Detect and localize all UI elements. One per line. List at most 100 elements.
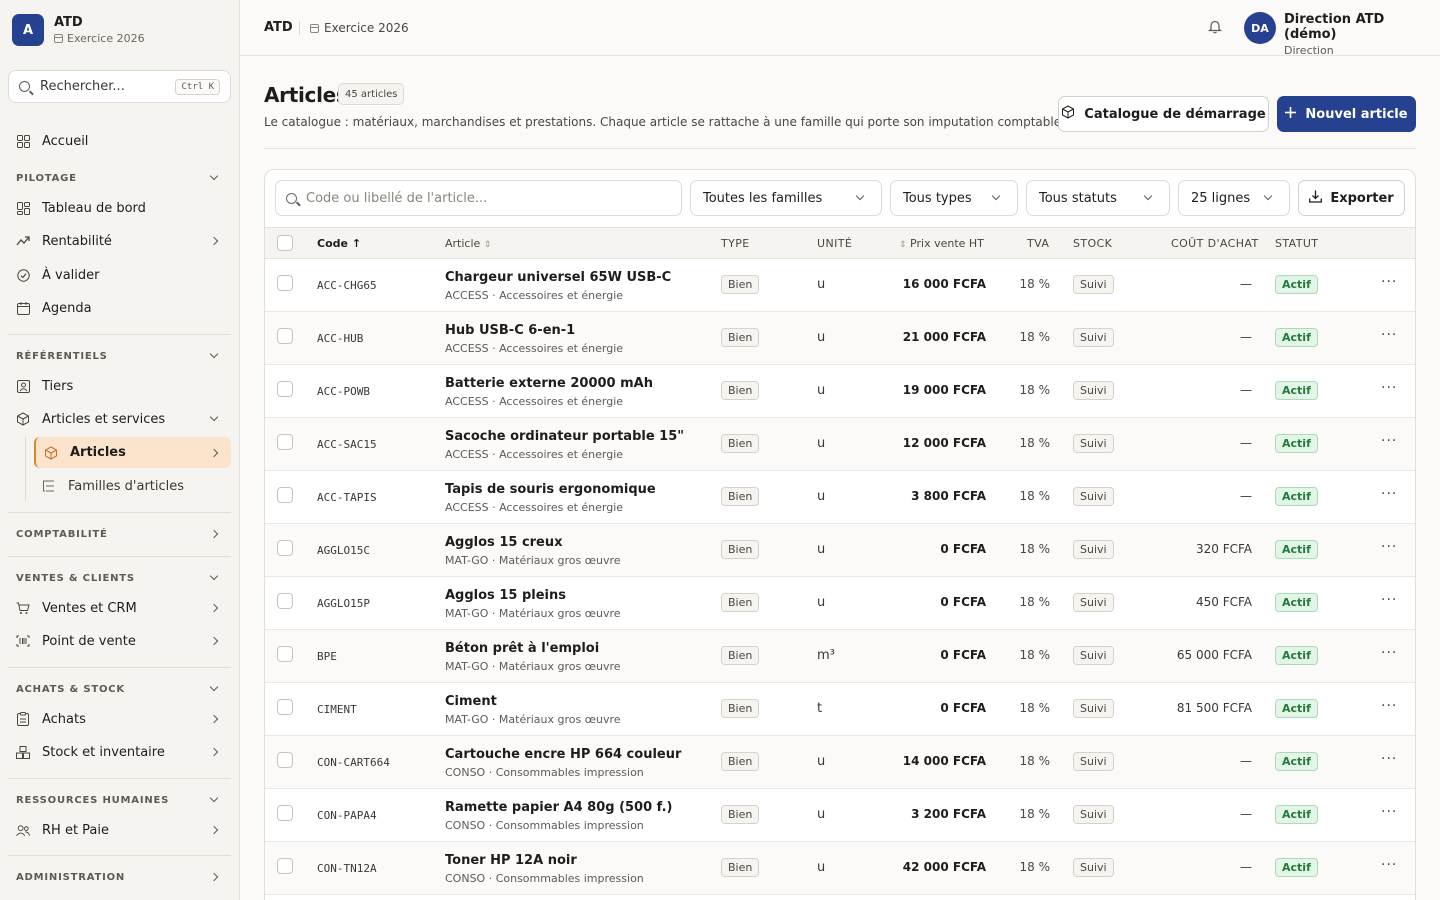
section-comptabilite[interactable]: COMPTABILITÉ	[8, 524, 231, 544]
table-row[interactable]: ACC-TAPIS Tapis de souris ergonomique ACCE…	[265, 471, 1415, 524]
sidebar-search[interactable]: Rechercher... Ctrl K	[8, 70, 231, 103]
brand[interactable]: A ATD Exercice 2026	[12, 14, 145, 46]
new-article-button[interactable]: Nouvel article	[1277, 96, 1416, 132]
sidebar-item-stock[interactable]: Stock et inventaire	[8, 737, 231, 767]
article-name[interactable]: Toner HP 12A noir	[445, 853, 577, 868]
col-price[interactable]: ⇕ Prix vente HT	[899, 237, 984, 250]
table-row[interactable]: BPE Béton prêt à l'emploi MAT-GO · Matéria…	[265, 630, 1415, 683]
more-actions-icon[interactable]: ···	[1381, 327, 1397, 343]
select-all-checkbox[interactable]	[277, 235, 293, 251]
row-checkbox[interactable]	[277, 805, 293, 821]
table-row[interactable]: CON-TN12A Toner HP 12A noir CONSO · Consom…	[265, 842, 1415, 895]
sidebar-item-rh-paie[interactable]: RH et Paie	[8, 815, 231, 845]
export-button[interactable]: Exporter	[1298, 180, 1405, 216]
section-achats[interactable]: ACHATS & STOCK	[8, 679, 231, 699]
article-name[interactable]: Ramette papier A4 80g (500 f.)	[445, 800, 673, 815]
table-row[interactable]: ACC-CHG65 Chargeur universel 65W USB-C ACC…	[265, 259, 1415, 312]
article-name[interactable]: Chargeur universel 65W USB-C	[445, 270, 671, 285]
section-ventes[interactable]: VENTES & CLIENTS	[8, 568, 231, 588]
table-row[interactable]: AGGLO15C Agglos 15 creux MAT-GO · Matériau…	[265, 524, 1415, 577]
table-row[interactable]: AGGLO15P Agglos 15 pleins MAT-GO · Matéria…	[265, 577, 1415, 630]
article-name[interactable]: Ciment	[445, 694, 497, 709]
sidebar-item-achats[interactable]: Achats	[8, 704, 231, 734]
article-code: AGGLO15P	[317, 597, 370, 610]
article-tva: 18 %	[1019, 489, 1051, 503]
article-search-input[interactable]: Code ou libellé de l'article...	[275, 180, 682, 216]
family-filter-select[interactable]: Toutes les familles	[690, 180, 882, 216]
row-checkbox[interactable]	[277, 752, 293, 768]
sidebar-item-a-valider[interactable]: À valider	[8, 260, 231, 290]
article-name[interactable]: Cartouche encre HP 664 couleur	[445, 747, 681, 762]
article-family: ACCESS · Accessoires et énergie	[445, 395, 624, 408]
bell-icon[interactable]	[1208, 19, 1222, 34]
article-name[interactable]: Batterie externe 20000 mAh	[445, 376, 653, 391]
section-pilotage[interactable]: PILOTAGE	[8, 168, 231, 188]
sidebar-item-articles[interactable]: Articles	[34, 437, 231, 468]
article-tva: 18 %	[1019, 648, 1051, 662]
table-row[interactable]: ACC-POWB Batterie externe 20000 mAh ACCESS…	[265, 365, 1415, 418]
row-checkbox[interactable]	[277, 646, 293, 662]
more-actions-icon[interactable]: ···	[1381, 380, 1397, 396]
article-unit: u	[817, 330, 826, 345]
user-menu[interactable]: Direction ATD (démo) Direction	[1284, 12, 1440, 57]
more-actions-icon[interactable]: ···	[1381, 857, 1397, 873]
sidebar-item-tiers[interactable]: Tiers	[8, 371, 231, 401]
row-checkbox[interactable]	[277, 540, 293, 556]
sidebar-divider	[8, 778, 231, 779]
table-row[interactable]: CON-PAPA4 Ramette papier A4 80g (500 f.) C…	[265, 789, 1415, 842]
table-row[interactable]: ACC-SAC15 Sacoche ordinateur portable 15"…	[265, 418, 1415, 471]
row-checkbox[interactable]	[277, 858, 293, 874]
more-actions-icon[interactable]: ···	[1381, 698, 1397, 714]
sidebar-item-agenda[interactable]: Agenda	[8, 293, 231, 323]
sidebar-item-ventes-crm[interactable]: Ventes et CRM	[8, 593, 231, 623]
article-name[interactable]: Agglos 15 creux	[445, 535, 563, 550]
col-status: STATUT	[1275, 237, 1319, 250]
more-actions-icon[interactable]: ···	[1381, 539, 1397, 555]
article-name[interactable]: Agglos 15 pleins	[445, 588, 566, 603]
more-actions-icon[interactable]: ···	[1381, 804, 1397, 820]
more-actions-icon[interactable]: ···	[1381, 433, 1397, 449]
table-row[interactable]: CIMENT Ciment MAT-GO · Matériaux gros œuvr…	[265, 683, 1415, 736]
sidebar-item-accueil[interactable]: Accueil	[8, 126, 231, 156]
more-actions-icon[interactable]: ···	[1381, 645, 1397, 661]
sidebar-item-articles-services[interactable]: Articles et services	[8, 404, 231, 434]
article-name[interactable]: Tapis de souris ergonomique	[445, 482, 656, 497]
breadcrumb-company[interactable]: ATD	[264, 20, 293, 35]
table-row[interactable]: CON-CART664 Cartouche encre HP 664 couleu…	[265, 736, 1415, 789]
more-actions-icon[interactable]: ···	[1381, 486, 1397, 502]
row-checkbox[interactable]	[277, 434, 293, 450]
article-name[interactable]: Béton prêt à l'emploi	[445, 641, 599, 656]
row-checkbox[interactable]	[277, 699, 293, 715]
chevron-right-icon	[209, 448, 219, 457]
catalogue-button[interactable]: Catalogue de démarrage	[1058, 96, 1269, 132]
type-filter-select[interactable]: Tous types	[890, 180, 1018, 216]
sidebar-item-familles[interactable]: Familles d'articles	[34, 471, 231, 502]
more-actions-icon[interactable]: ···	[1381, 592, 1397, 608]
sidebar-item-rentabilite[interactable]: Rentabilité	[8, 226, 231, 256]
article-name[interactable]: Sacoche ordinateur portable 15"	[445, 429, 684, 444]
section-rh[interactable]: RESSOURCES HUMAINES	[8, 790, 231, 810]
section-admin[interactable]: ADMINISTRATION	[8, 867, 231, 887]
more-actions-icon[interactable]: ···	[1381, 751, 1397, 767]
article-name[interactable]: Hub USB-C 6-en-1	[445, 323, 575, 338]
stock-badge: Suivi	[1073, 434, 1114, 453]
section-referentiels[interactable]: RÉFÉRENTIELS	[8, 346, 231, 366]
table-row[interactable]: ACC-HUB Hub USB-C 6-en-1 ACCESS · Accessoi…	[265, 312, 1415, 365]
row-checkbox[interactable]	[277, 593, 293, 609]
breadcrumb-exercise[interactable]: Exercice 2026	[310, 21, 409, 35]
row-checkbox[interactable]	[277, 381, 293, 397]
type-badge: Bien	[721, 646, 760, 665]
article-price: 14 000 FCFA	[902, 754, 986, 768]
sidebar-item-point-de-vente[interactable]: Point de vente	[8, 626, 231, 656]
page-size-select[interactable]: 25 lignes	[1178, 180, 1290, 216]
row-checkbox[interactable]	[277, 487, 293, 503]
row-checkbox[interactable]	[277, 275, 293, 291]
col-code[interactable]: Code ↑	[317, 237, 361, 250]
submenu-line	[25, 437, 26, 501]
col-article[interactable]: Article ⇕	[445, 237, 491, 250]
status-filter-select[interactable]: Tous statuts	[1026, 180, 1170, 216]
more-actions-icon[interactable]: ···	[1381, 274, 1397, 290]
avatar[interactable]: DA	[1244, 12, 1276, 44]
sidebar-item-tableau[interactable]: Tableau de bord	[8, 193, 231, 223]
row-checkbox[interactable]	[277, 328, 293, 344]
